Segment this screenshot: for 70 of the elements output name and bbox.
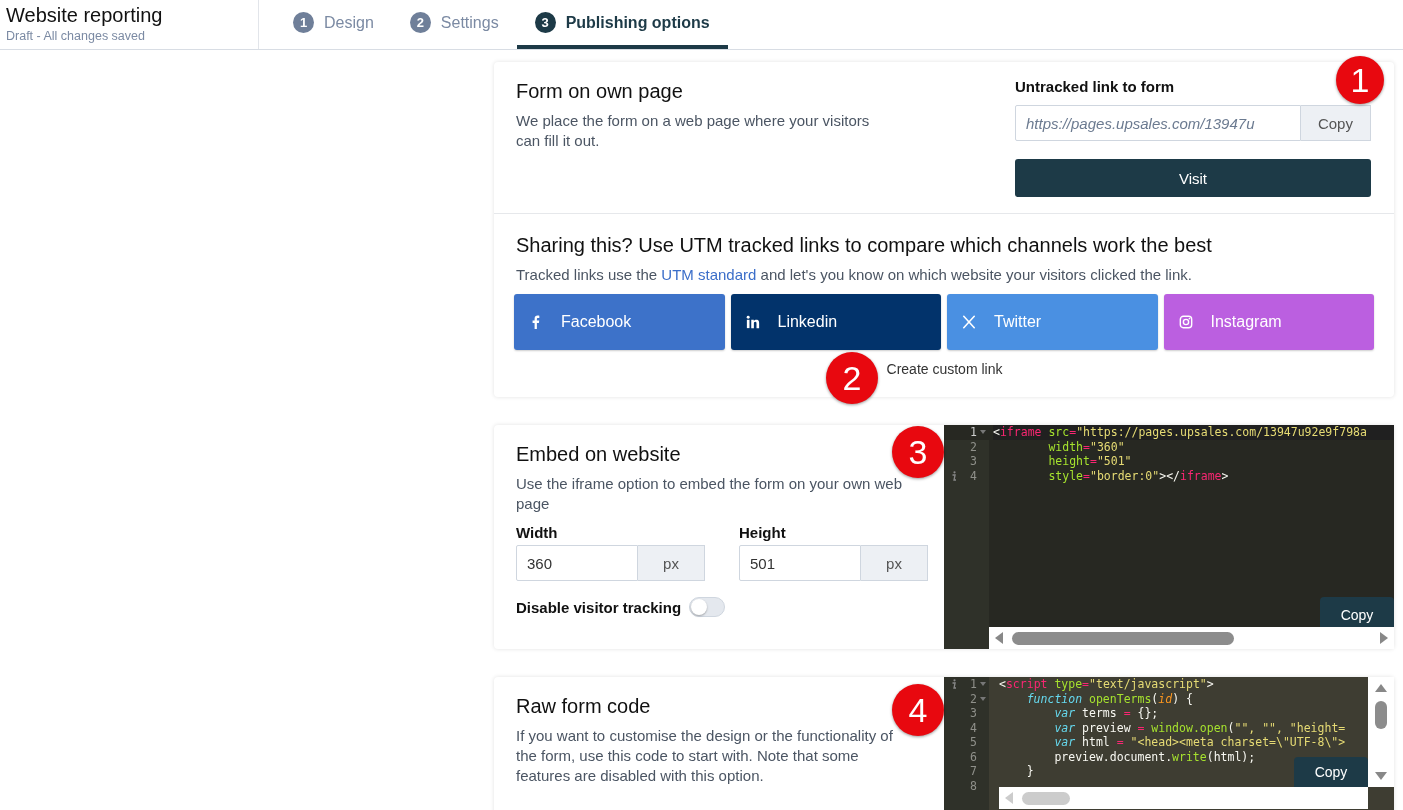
code-line: width="360" xyxy=(1047,439,1125,454)
scrollbar-thumb[interactable] xyxy=(1375,701,1387,729)
code-line: height="501" xyxy=(1047,454,1132,469)
code-editor[interactable]: 1 2 3 4 <iframe src="https://pages.upsales.com/13947u92e9f798a width="360" height="501" style="border:0"></iframe> Copy xyxy=(944,425,1394,649)
code-line: preview.document.write(html); xyxy=(1053,749,1256,764)
section-title: Form on own page xyxy=(516,80,684,103)
line-number: 2 xyxy=(970,691,977,706)
code-line: var preview = window.open("", "", "height= xyxy=(1053,720,1346,735)
fold-icon[interactable] xyxy=(979,694,987,703)
step-tab[interactable]: 2 Settings xyxy=(391,0,517,49)
scroll-down-icon[interactable] xyxy=(1374,771,1388,781)
line-number: 2 xyxy=(970,439,977,454)
page-title: Website reporting xyxy=(6,4,164,27)
copy-button[interactable]: Copy xyxy=(1300,105,1371,141)
line-number: 5 xyxy=(970,735,977,750)
utm-standard-link[interactable]: UTM standard xyxy=(661,266,757,283)
field-label: Height xyxy=(739,524,787,541)
line-number: 1 xyxy=(970,425,977,440)
code-line: var html = "<head><meta charset=\"UTF-8\"> xyxy=(1053,735,1346,750)
toggle-switch[interactable] xyxy=(689,597,726,617)
x-icon xyxy=(962,315,976,329)
copy-button[interactable]: Copy xyxy=(1320,597,1394,627)
code-line: style="border:0"></iframe> xyxy=(1047,468,1229,483)
line-number: 3 xyxy=(970,706,977,721)
scroll-right-icon[interactable] xyxy=(1379,631,1389,645)
section-title: Sharing this? Use UTM tracked links to compare which channels work the best xyxy=(516,234,1213,257)
code-line: <script type="text/javascript"> xyxy=(999,677,1214,692)
section-title: Embed on website xyxy=(516,443,682,466)
toggle-label: Disable visitor tracking xyxy=(516,598,682,616)
section-description: If you want to customise the design or the functionality of the form, use this code to start with. Note that some features are disabled with this option. xyxy=(516,726,894,786)
field-label: Width xyxy=(516,524,559,541)
code-editor[interactable] xyxy=(944,677,1394,810)
code-line: var terms = {}; xyxy=(1053,706,1159,721)
line-number: 4 xyxy=(970,720,977,735)
line-number: 3 xyxy=(970,454,977,469)
section-title: Raw form code xyxy=(516,695,652,718)
vertical-scrollbar[interactable] xyxy=(1368,677,1394,787)
line-number: 8 xyxy=(970,778,977,793)
share-button[interactable]: Linkedin xyxy=(730,294,941,350)
scroll-left-icon[interactable] xyxy=(994,631,1004,645)
link-field[interactable]: https://pages.upsales.com/13947u xyxy=(1015,105,1301,141)
step-tab[interactable]: 1 Design xyxy=(275,0,392,49)
unit-label: px xyxy=(861,545,928,581)
scroll-up-icon[interactable] xyxy=(1374,683,1388,693)
share-button[interactable]: Facebook xyxy=(514,294,725,350)
line-number: 4 xyxy=(970,468,977,483)
code-line: } xyxy=(1025,764,1034,779)
scrollbar-thumb[interactable] xyxy=(1012,631,1234,645)
step-tab[interactable]: 3 Publishing options xyxy=(516,0,728,49)
section-description: We place the form on a web page where your visitors can fill it out. xyxy=(516,111,871,151)
width-field[interactable]: 360 xyxy=(516,545,638,581)
code-line: <iframe src="https://pages.upsales.com/13947u92e9f798a xyxy=(993,425,1367,440)
scrollbar-thumb[interactable] xyxy=(1022,791,1070,805)
unit-label: px xyxy=(638,545,705,581)
code-line: function openTerms(id) { xyxy=(1025,691,1193,706)
save-status: Draft - All changes saved xyxy=(6,29,146,43)
linkedin-icon xyxy=(745,315,760,329)
line-number: 6 xyxy=(970,749,977,764)
create-custom-link[interactable]: Create custom link xyxy=(886,361,1003,377)
height-field[interactable]: 501 xyxy=(739,545,861,581)
horizontal-scrollbar[interactable] xyxy=(999,787,1368,809)
copy-button[interactable]: Copy xyxy=(1294,757,1368,787)
section-description: Tracked links use the UTM standard and let's you know on which website your visitors clicked the link. xyxy=(516,265,1193,285)
share-button[interactable]: Instagram xyxy=(1163,294,1374,350)
camera-icon xyxy=(1178,315,1193,329)
field-label: Untracked link to form xyxy=(1015,78,1175,95)
line-number: 7 xyxy=(970,764,977,779)
horizontal-scrollbar[interactable] xyxy=(989,627,1394,649)
line-number: 1 xyxy=(970,677,977,692)
visit-button[interactable]: Visit xyxy=(1015,159,1371,197)
